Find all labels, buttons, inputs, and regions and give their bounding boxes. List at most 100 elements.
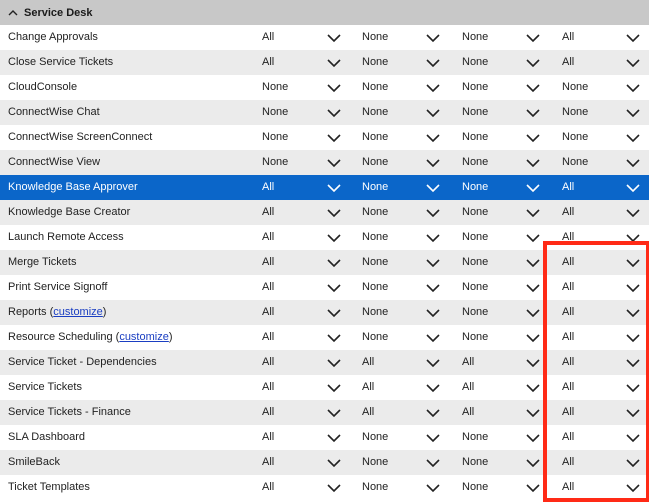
table-row[interactable]: Resource Scheduling (customize) All None No… — [0, 325, 649, 350]
chevron-down-icon[interactable] — [426, 458, 440, 468]
chevron-down-icon[interactable] — [626, 158, 640, 168]
permission-select[interactable]: None — [462, 425, 540, 450]
chevron-down-icon[interactable] — [327, 408, 341, 418]
permission-select[interactable]: All — [462, 350, 540, 375]
chevron-down-icon[interactable] — [426, 133, 440, 143]
table-row[interactable]: Knowledge Base Creator All None None All — [0, 200, 649, 225]
permission-select[interactable]: None — [362, 125, 440, 150]
chevron-down-icon[interactable] — [327, 308, 341, 318]
chevron-down-icon[interactable] — [626, 133, 640, 143]
chevron-down-icon[interactable] — [626, 233, 640, 243]
chevron-down-icon[interactable] — [327, 483, 341, 493]
chevron-down-icon[interactable] — [327, 158, 341, 168]
permission-select[interactable]: None — [362, 50, 440, 75]
permission-select[interactable]: All — [562, 225, 640, 250]
chevron-down-icon[interactable] — [526, 383, 540, 393]
permission-select[interactable]: None — [562, 75, 640, 100]
permission-select[interactable]: None — [562, 150, 640, 175]
permission-select[interactable]: All — [562, 425, 640, 450]
chevron-down-icon[interactable] — [626, 383, 640, 393]
chevron-down-icon[interactable] — [327, 283, 341, 293]
table-row[interactable]: Change Approvals All None None All — [0, 25, 649, 50]
chevron-down-icon[interactable] — [626, 333, 640, 343]
permission-select[interactable]: All — [562, 400, 640, 425]
table-row[interactable]: Service Ticket - Dependencies All All All Al… — [0, 350, 649, 375]
table-row[interactable]: SLA Dashboard All None None All — [0, 425, 649, 450]
permission-select[interactable]: None — [362, 150, 440, 175]
table-row[interactable]: Knowledge Base Approver All None None All — [0, 175, 649, 200]
chevron-down-icon[interactable] — [327, 33, 341, 43]
permission-select[interactable]: None — [562, 100, 640, 125]
customize-link[interactable]: customize — [119, 331, 169, 343]
permission-select[interactable]: All — [262, 475, 341, 500]
table-row[interactable]: Merge Tickets All None None All — [0, 250, 649, 275]
permission-select[interactable]: None — [362, 475, 440, 500]
permission-select[interactable]: None — [362, 225, 440, 250]
permission-select[interactable]: All — [562, 175, 640, 200]
permission-select[interactable]: All — [562, 25, 640, 50]
chevron-down-icon[interactable] — [526, 158, 540, 168]
chevron-down-icon[interactable] — [327, 58, 341, 68]
table-row[interactable]: Ticket Templates All None None All — [0, 475, 649, 500]
permission-select[interactable]: All — [562, 200, 640, 225]
permission-select[interactable]: None — [462, 300, 540, 325]
permission-select[interactable]: None — [362, 75, 440, 100]
chevron-down-icon[interactable] — [626, 258, 640, 268]
chevron-down-icon[interactable] — [526, 33, 540, 43]
chevron-down-icon[interactable] — [426, 483, 440, 493]
chevron-down-icon[interactable] — [526, 108, 540, 118]
permission-select[interactable]: All — [562, 475, 640, 500]
permission-select[interactable]: All — [562, 375, 640, 400]
permission-select[interactable]: All — [262, 225, 341, 250]
permission-select[interactable]: All — [262, 300, 341, 325]
chevron-up-icon[interactable] — [8, 8, 18, 18]
chevron-down-icon[interactable] — [426, 433, 440, 443]
chevron-down-icon[interactable] — [626, 308, 640, 318]
chevron-down-icon[interactable] — [626, 458, 640, 468]
permission-select[interactable]: All — [262, 350, 341, 375]
chevron-down-icon[interactable] — [327, 108, 341, 118]
permission-select[interactable]: None — [362, 25, 440, 50]
chevron-down-icon[interactable] — [327, 233, 341, 243]
chevron-down-icon[interactable] — [426, 283, 440, 293]
chevron-down-icon[interactable] — [626, 183, 640, 193]
chevron-down-icon[interactable] — [626, 483, 640, 493]
chevron-down-icon[interactable] — [426, 383, 440, 393]
chevron-down-icon[interactable] — [626, 108, 640, 118]
chevron-down-icon[interactable] — [327, 83, 341, 93]
chevron-down-icon[interactable] — [526, 458, 540, 468]
permission-select[interactable]: None — [462, 475, 540, 500]
chevron-down-icon[interactable] — [327, 258, 341, 268]
chevron-down-icon[interactable] — [626, 83, 640, 93]
chevron-down-icon[interactable] — [626, 433, 640, 443]
chevron-down-icon[interactable] — [626, 358, 640, 368]
chevron-down-icon[interactable] — [327, 358, 341, 368]
permission-select[interactable]: All — [262, 25, 341, 50]
permission-select[interactable]: All — [562, 250, 640, 275]
permission-select[interactable]: All — [562, 275, 640, 300]
chevron-down-icon[interactable] — [426, 83, 440, 93]
section-header[interactable]: Service Desk — [0, 0, 649, 25]
permission-select[interactable]: None — [262, 125, 341, 150]
chevron-down-icon[interactable] — [426, 183, 440, 193]
permission-select[interactable]: None — [462, 50, 540, 75]
permission-select[interactable]: None — [362, 200, 440, 225]
permission-select[interactable]: All — [262, 450, 341, 475]
permission-select[interactable]: None — [362, 450, 440, 475]
customize-link[interactable]: customize — [53, 306, 103, 318]
chevron-down-icon[interactable] — [426, 308, 440, 318]
chevron-down-icon[interactable] — [526, 258, 540, 268]
chevron-down-icon[interactable] — [426, 258, 440, 268]
permission-select[interactable]: All — [362, 350, 440, 375]
chevron-down-icon[interactable] — [426, 158, 440, 168]
chevron-down-icon[interactable] — [526, 183, 540, 193]
chevron-down-icon[interactable] — [426, 208, 440, 218]
permission-select[interactable]: All — [262, 375, 341, 400]
permission-select[interactable]: All — [562, 325, 640, 350]
permission-select[interactable]: All — [462, 400, 540, 425]
chevron-down-icon[interactable] — [426, 358, 440, 368]
permission-select[interactable]: None — [362, 425, 440, 450]
table-row[interactable]: Close Service Tickets All None None All — [0, 50, 649, 75]
permission-select[interactable]: All — [562, 450, 640, 475]
table-row[interactable]: ConnectWise Chat None None None None — [0, 100, 649, 125]
